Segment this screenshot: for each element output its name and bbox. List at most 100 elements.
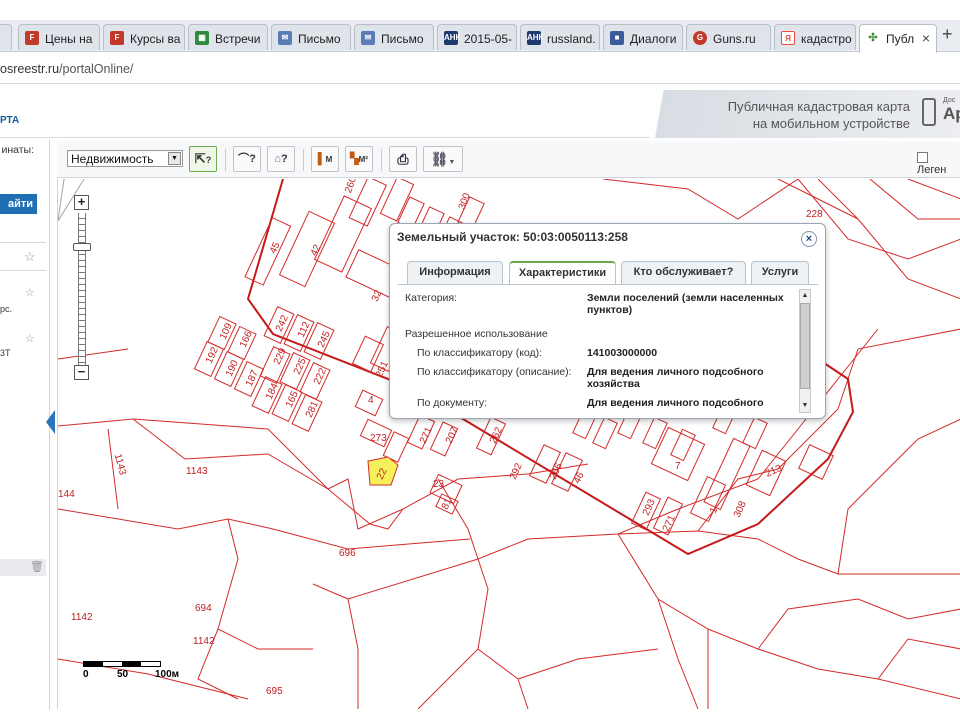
url-domain: osreestr.ru bbox=[0, 62, 60, 76]
svg-text:228: 228 bbox=[806, 209, 823, 220]
tab-public-map[interactable]: ✣ Публ × bbox=[859, 24, 937, 53]
toolbar-separator bbox=[225, 149, 226, 171]
phone-icon bbox=[922, 98, 936, 126]
cursor-question-icon: ⇱ bbox=[194, 151, 206, 166]
url-text[interactable]: osreestr.ru/portalOnline/ bbox=[0, 62, 133, 76]
popup-scrollbar[interactable]: ▲ ▼ bbox=[799, 289, 811, 413]
tab-who-serves[interactable]: Кто обслуживает? bbox=[621, 261, 746, 284]
sidebar-collapse-arrow-icon[interactable] bbox=[46, 410, 55, 434]
find-button[interactable]: айти bbox=[0, 194, 37, 214]
svg-text:225: 225 bbox=[292, 356, 309, 376]
app-store-badge[interactable]: ДосAp bbox=[943, 97, 960, 123]
svg-text:695: 695 bbox=[266, 686, 283, 697]
trash-icon[interactable]: 🗑 bbox=[30, 560, 44, 573]
ruler-area-icon: ▚ bbox=[350, 153, 359, 165]
address-bar[interactable]: osreestr.ru/portalOnline/ bbox=[0, 54, 960, 84]
tab-partial[interactable] bbox=[0, 24, 12, 50]
svg-text:23: 23 bbox=[433, 479, 445, 490]
category-label: Категория: bbox=[405, 292, 458, 304]
svg-text:187: 187 bbox=[244, 368, 261, 388]
calendar-grid-icon: ▦ bbox=[195, 31, 209, 45]
zoom-slider-track[interactable] bbox=[78, 213, 86, 366]
svg-text:45: 45 bbox=[268, 240, 283, 255]
svg-text:46: 46 bbox=[572, 470, 587, 485]
tab-label: Диалоги bbox=[630, 32, 677, 46]
svg-text:293: 293 bbox=[641, 497, 658, 517]
svg-text:7: 7 bbox=[675, 461, 681, 472]
tab-ank-2015[interactable]: АНК 2015-05- bbox=[437, 24, 517, 50]
mail-icon: ✉ bbox=[278, 31, 292, 45]
close-icon[interactable]: × bbox=[922, 30, 930, 46]
svg-text:144: 144 bbox=[58, 489, 75, 500]
scale-label-0: 0 bbox=[83, 669, 89, 680]
tab-guns[interactable]: G Guns.ru bbox=[686, 24, 771, 50]
measure-area-button[interactable]: ▚М² bbox=[345, 146, 373, 172]
legend-toggle[interactable]: Леген bbox=[917, 152, 960, 176]
svg-text:112: 112 bbox=[296, 320, 313, 339]
scroll-down-icon[interactable]: ▼ bbox=[800, 400, 810, 412]
zoom-slider-handle[interactable] bbox=[73, 243, 91, 251]
tab-label: Цены на bbox=[45, 32, 93, 46]
zoom-out-button[interactable]: − bbox=[74, 365, 89, 380]
link-button[interactable]: ⛓▼ bbox=[423, 146, 463, 172]
tab-cadastre-search[interactable]: Якадастро bbox=[774, 24, 856, 50]
banner-line-2: на мобильном устройстве bbox=[752, 116, 910, 131]
tab-meetings[interactable]: ▦ Встречи bbox=[188, 24, 268, 50]
print-button[interactable]: ⎙ bbox=[389, 146, 417, 172]
star-icon[interactable]: ☆ bbox=[25, 332, 35, 345]
tab-label: Письмо bbox=[298, 32, 341, 46]
browser-tab-bar: F Цены на F Курсы ва ▦ Встречи ✉ Письмо ✉ Пис… bbox=[0, 20, 960, 53]
svg-text:271: 271 bbox=[418, 425, 435, 445]
layer-select[interactable]: Недвижимость ▼ bbox=[67, 150, 183, 167]
sidebar-item-1[interactable]: рс. bbox=[0, 304, 12, 314]
close-icon[interactable]: × bbox=[801, 231, 817, 247]
identify-tool-button[interactable]: ⇱? bbox=[189, 146, 217, 172]
tab-prices[interactable]: F Цены на bbox=[18, 24, 100, 50]
svg-text:292: 292 bbox=[508, 461, 525, 481]
tab-mail-1[interactable]: ✉ Письмо bbox=[271, 24, 351, 50]
measure-length-button[interactable]: ▌М bbox=[311, 146, 339, 172]
object-query-button[interactable]: ⌂? bbox=[267, 146, 295, 172]
site-logo-text[interactable]: РТА bbox=[0, 115, 19, 126]
tab-label: кадастро bbox=[801, 32, 852, 46]
mobile-banner-text[interactable]: Публичная кадастровая карта на мобильном … bbox=[685, 98, 910, 132]
app-store-small-text: Дос bbox=[943, 97, 956, 104]
coordinates-label: инаты: bbox=[1, 144, 34, 156]
ruler-icon: ▌ bbox=[317, 153, 326, 165]
sidebar-divider bbox=[0, 270, 46, 271]
tab-label: Письмо bbox=[381, 32, 424, 46]
svg-text:271: 271 bbox=[661, 513, 678, 533]
scale-label-50: 50 bbox=[117, 669, 129, 680]
scale-bar-graphic bbox=[83, 661, 161, 667]
tab-russland[interactable]: АНК russland. bbox=[520, 24, 600, 50]
chevron-down-icon[interactable]: ▼ bbox=[168, 152, 181, 165]
scrollbar-thumb[interactable] bbox=[800, 303, 810, 389]
by-code-value: 141003000000 bbox=[587, 347, 658, 359]
identify-tool-label: ? bbox=[205, 155, 212, 165]
star-icon[interactable]: ☆ bbox=[24, 249, 36, 265]
object-query-label: ? bbox=[280, 153, 288, 165]
svg-text:260: 260 bbox=[343, 179, 359, 195]
svg-text:694: 694 bbox=[195, 603, 212, 614]
legend-checkbox[interactable] bbox=[917, 152, 928, 163]
tab-mail-2[interactable]: ✉ Письмо bbox=[354, 24, 434, 50]
tab-characteristics[interactable]: Характеристики bbox=[509, 261, 616, 285]
tab-information[interactable]: Информация bbox=[407, 261, 503, 284]
area-query-button[interactable]: ⌒? bbox=[233, 146, 261, 172]
svg-text:1143: 1143 bbox=[186, 466, 208, 477]
tab-dialogs[interactable]: ■ Диалоги bbox=[603, 24, 683, 50]
svg-text:273: 273 bbox=[370, 433, 387, 444]
map-toolbar: Недвижимость ▼ ⇱? ⌒? ⌂? ▌М ▚М² ⎙ ⛓▼ Леген bbox=[57, 141, 960, 178]
scroll-up-icon[interactable]: ▲ bbox=[800, 290, 810, 302]
svg-text:207: 207 bbox=[444, 425, 461, 445]
tab-services[interactable]: Услуги bbox=[751, 261, 809, 284]
new-tab-button[interactable]: + bbox=[942, 24, 953, 45]
cadastral-map[interactable]: 228 260 300 45 42 32 109 166 242 112 245… bbox=[57, 179, 960, 709]
layer-select-value: Недвижимость bbox=[71, 152, 154, 166]
svg-text:109: 109 bbox=[218, 321, 235, 341]
tab-rates[interactable]: F Курсы ва bbox=[103, 24, 185, 50]
sidebar-item-2[interactable]: 3Т bbox=[0, 348, 11, 358]
app-store-big-text: Ap bbox=[943, 104, 960, 123]
tab-label: Курсы ва bbox=[130, 32, 181, 46]
star-icon[interactable]: ☆ bbox=[25, 286, 35, 299]
